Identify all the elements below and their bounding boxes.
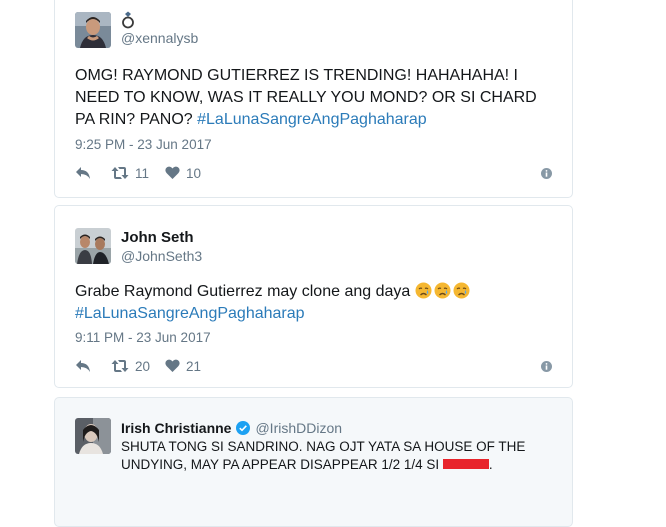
- heart-icon: [165, 166, 180, 179]
- display-name[interactable]: Irish Christianne: [121, 419, 231, 437]
- more-options-button[interactable]: [541, 360, 552, 372]
- tweet-timestamp[interactable]: 9:11 PM - 23 Jun 2017: [75, 330, 211, 346]
- more-info-icon: [541, 360, 552, 372]
- reply-button[interactable]: [75, 359, 101, 373]
- username-handle[interactable]: @xennalysb: [121, 29, 198, 47]
- like-button[interactable]: 21: [165, 359, 201, 374]
- like-button[interactable]: 10: [165, 166, 201, 181]
- avatar[interactable]: [75, 12, 111, 48]
- retweet-count: 20: [135, 358, 151, 374]
- tweet-text: Grabe Raymond Gutierrez may clone ang da…: [75, 281, 555, 325]
- user-header[interactable]: John Seth @JohnSeth3: [121, 229, 202, 265]
- redaction-bar: [442, 459, 489, 469]
- tweet-text-end: .: [488, 457, 493, 472]
- retweet-button[interactable]: 11: [111, 166, 161, 181]
- heart-icon: [165, 359, 180, 372]
- ring-emoji-icon: [121, 11, 135, 29]
- more-options-button[interactable]: [541, 167, 552, 179]
- more-info-icon: [541, 167, 552, 179]
- like-count: 10: [186, 165, 202, 181]
- quoted-tweet-text: SHUTA TONG SI SANDRINO. NAG OJT YATA SA …: [121, 438, 556, 474]
- user-header[interactable]: @xennalysb: [121, 10, 198, 47]
- verified-badge-icon: [236, 421, 251, 435]
- reply-icon: [76, 360, 90, 372]
- tweet-text: OMG! RAYMOND GUTIERREZ IS TRENDING! HAHA…: [75, 65, 555, 131]
- username-handle[interactable]: @IrishDDizon: [255, 419, 342, 437]
- tweet-actions: 20 21: [75, 356, 552, 376]
- retweet-count: 11: [135, 165, 150, 181]
- tweet-card[interactable]: @xennalysb OMG! RAYMOND GUTIERREZ IS TRE…: [54, 0, 573, 198]
- crying-face-emoji-icon: [453, 282, 470, 299]
- tweet-card[interactable]: Irish Christianne @IrishDDizon SHUTA TON…: [54, 397, 573, 527]
- username-handle[interactable]: @JohnSeth3: [121, 247, 202, 265]
- tweet-timestamp[interactable]: 9:25 PM - 23 Jun 2017: [75, 137, 212, 153]
- retweet-icon: [111, 360, 129, 372]
- reply-icon: [76, 167, 90, 179]
- user-header[interactable]: Irish Christianne @IrishDDizon: [121, 419, 342, 437]
- reply-button[interactable]: [75, 166, 101, 180]
- crying-face-emoji-icon: [415, 282, 432, 299]
- hashtag-link[interactable]: #LaLunaSangreAngPaghaharap: [75, 305, 305, 322]
- hashtag-link[interactable]: #LaLunaSangreAngPaghaharap: [197, 111, 427, 128]
- retweet-icon: [111, 167, 129, 179]
- like-count: 21: [186, 358, 202, 374]
- retweet-button[interactable]: 20: [111, 359, 161, 374]
- tweet-card[interactable]: John Seth @JohnSeth3 Grabe Raymond Gutie…: [54, 205, 573, 388]
- tweet-actions: 11 10: [75, 163, 552, 183]
- tweet-text-body: Grabe Raymond Gutierrez may clone ang da…: [75, 283, 415, 300]
- avatar[interactable]: [75, 228, 111, 264]
- crying-face-emoji-icon: [434, 282, 451, 299]
- avatar[interactable]: [75, 418, 111, 454]
- display-name[interactable]: John Seth: [121, 229, 202, 247]
